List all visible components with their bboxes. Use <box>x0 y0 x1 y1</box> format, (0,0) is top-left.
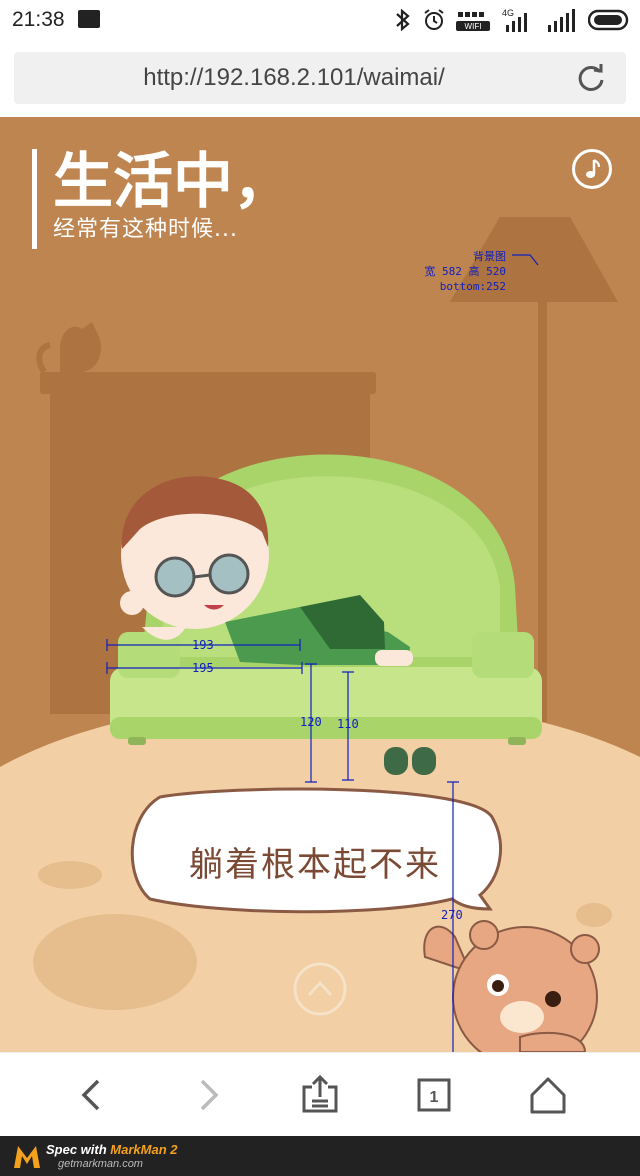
dimension-270: 270 <box>441 908 463 922</box>
annotation-bg-bottom: bottom:252 <box>439 280 506 293</box>
dimension-195: 195 <box>192 661 214 675</box>
floor-spot <box>33 914 197 1010</box>
battery-icon <box>588 9 629 31</box>
bubble-text: 躺着根本起不来 <box>189 845 441 885</box>
brand-name: MarkMan 2 <box>110 1142 178 1157</box>
music-toggle-button[interactable] <box>572 149 612 189</box>
markman-site: getmarkman.com <box>58 1158 143 1170</box>
alarm-icon <box>424 9 444 30</box>
status-time: 21:38 <box>12 8 65 31</box>
home-icon[interactable] <box>526 1073 570 1117</box>
brand-prefix: Spec with <box>46 1142 111 1157</box>
markman-footer: Spec with MarkMan 2 getmarkman.com <box>0 1136 640 1176</box>
forward-arrow-icon[interactable] <box>186 1073 230 1117</box>
markman-logo-icon <box>14 1146 40 1168</box>
url-text[interactable]: http://192.168.2.101/waimai/ <box>14 64 574 92</box>
annotation-bg-size: 宽 582 高 520 <box>424 265 506 278</box>
address-bar[interactable]: http://192.168.2.101/waimai/ <box>14 52 626 104</box>
image-notification-icon <box>78 10 100 28</box>
dimension-120: 120 <box>300 715 322 729</box>
status-icons: WIFI 4G <box>394 6 630 34</box>
headline-title: 生活中， <box>53 147 293 217</box>
floor-spot <box>576 903 612 927</box>
network-label: 4G <box>502 8 514 18</box>
back-arrow-icon[interactable] <box>70 1073 114 1117</box>
svg-text:1: 1 <box>430 1089 439 1106</box>
signal-icon <box>548 9 575 32</box>
wifi-label: WIFI <box>465 22 482 31</box>
floor-spot <box>38 861 102 889</box>
dimension-193: 193 <box>192 638 214 652</box>
signal-4g-icon: 4G <box>502 8 527 32</box>
browser-nav-bar: 1 <box>0 1052 640 1137</box>
headline-subtitle: 经常有这种时候... <box>53 217 238 242</box>
scene-illustration <box>0 217 640 1052</box>
markman-brand: Spec with MarkMan 2 <box>46 1142 178 1157</box>
annotation-bg-label: 背景图 <box>473 250 506 263</box>
reload-icon[interactable] <box>576 63 606 93</box>
bluetooth-icon <box>396 8 410 32</box>
headline-block: 生活中， 经常有这种时候... <box>32 149 293 249</box>
page-stage: 生活中， 经常有这种时候... 躺着根本起不来 背景图 宽 582 高 520 … <box>0 117 640 1052</box>
dimension-110: 110 <box>337 717 359 731</box>
music-note-icon <box>586 159 601 178</box>
status-bar: 21:38 WIFI 4G <box>0 0 640 40</box>
share-icon[interactable] <box>298 1073 342 1117</box>
wifi-icon: WIFI <box>456 12 490 31</box>
tabs-icon[interactable]: 1 <box>412 1073 456 1117</box>
